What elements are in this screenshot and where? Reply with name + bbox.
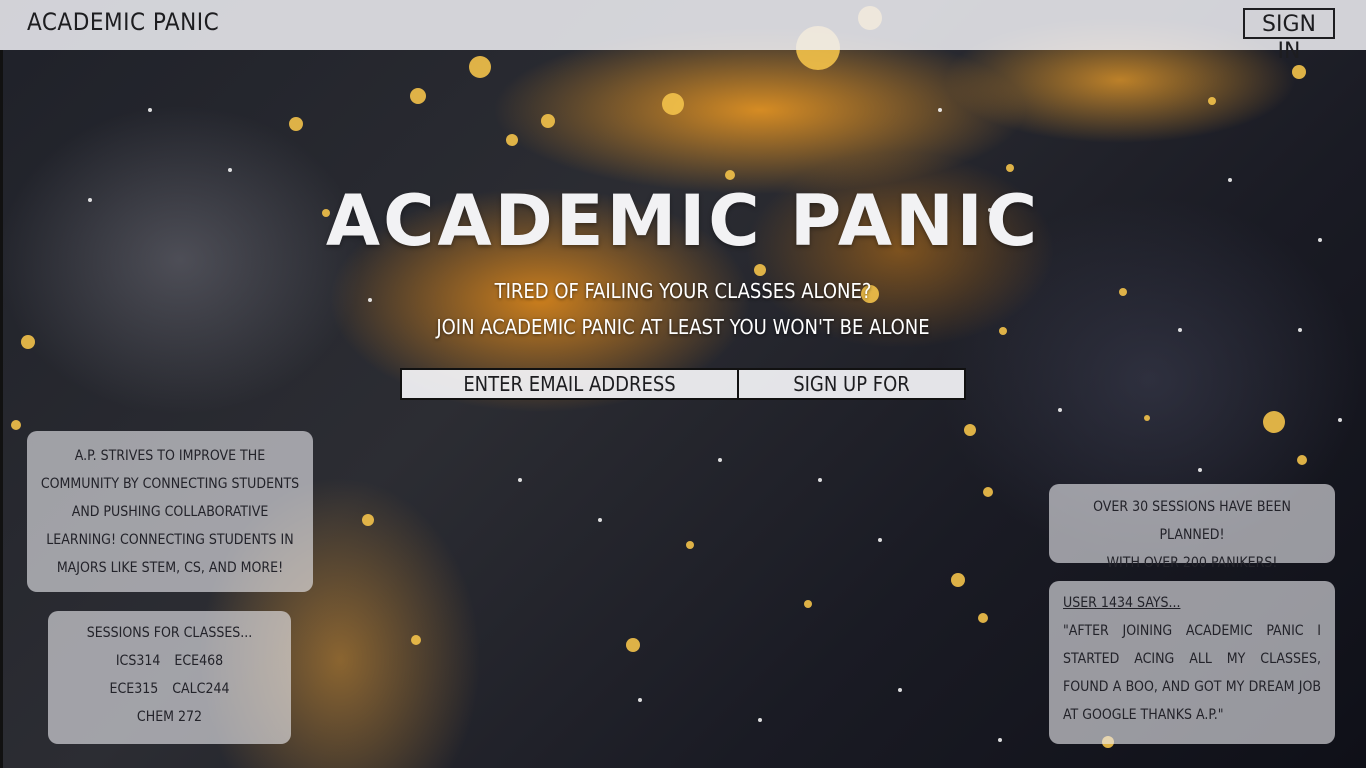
stats-card: OVER 30 SESSIONS HAVE BEEN PLANNED! WITH… [1049, 484, 1335, 571]
class-item[interactable]: ECE468 [174, 653, 223, 669]
email-address-input[interactable] [402, 370, 739, 398]
email-signup-form: SIGN UP FOR [400, 368, 966, 400]
class-item[interactable]: ICS314 [116, 653, 161, 669]
class-item[interactable]: CALC244 [172, 681, 229, 697]
sessions-card: SESSIONS FOR CLASSES... ICS314 ECE468 EC… [48, 611, 291, 744]
mission-text: A.P. STRIVES TO IMPROVE THE COMMUNITY BY… [40, 448, 300, 576]
left-frame-line [0, 50, 3, 768]
sessions-heading: SESSIONS FOR CLASSES... [86, 625, 253, 641]
hero-tagline-line-2: JOIN ACADEMIC PANIC AT LEAST YOU WON'T B… [436, 315, 930, 339]
sign-in-button[interactable]: SIGN IN [1243, 8, 1335, 64]
hero-title: ACADEMIC PANIC [325, 180, 1041, 262]
class-row: ICS314 ECE468 [58, 647, 281, 675]
testimonial-author: USER 1434 SAYS... [1063, 595, 1181, 611]
class-item[interactable]: ECE315 [109, 681, 158, 697]
stats-users-line: WITH OVER 200 PANIKERS! [1106, 555, 1278, 571]
testimonial-card: USER 1434 SAYS... "AFTER JOINING ACADEMI… [1049, 581, 1335, 744]
mission-card: A.P. STRIVES TO IMPROVE THE COMMUNITY BY… [27, 431, 313, 592]
class-row: ECE315 CALC244 [58, 675, 281, 703]
testimonial-quote: "AFTER JOINING ACADEMIC PANIC I STARTED … [1063, 623, 1321, 723]
brand-logo[interactable]: ACADEMIC PANIC [27, 8, 219, 36]
top-navigation-bar: ACADEMIC PANIC SIGN IN [0, 0, 1366, 64]
class-row: CHEM 272 [58, 703, 281, 731]
stats-sessions-line: OVER 30 SESSIONS HAVE BEEN PLANNED! [1093, 499, 1291, 543]
class-item[interactable]: CHEM 272 [137, 709, 202, 725]
sign-up-button[interactable]: SIGN UP FOR [739, 370, 964, 398]
hero-tagline-line-1: TIRED OF FAILING YOUR CLASSES ALONE? [494, 279, 872, 303]
